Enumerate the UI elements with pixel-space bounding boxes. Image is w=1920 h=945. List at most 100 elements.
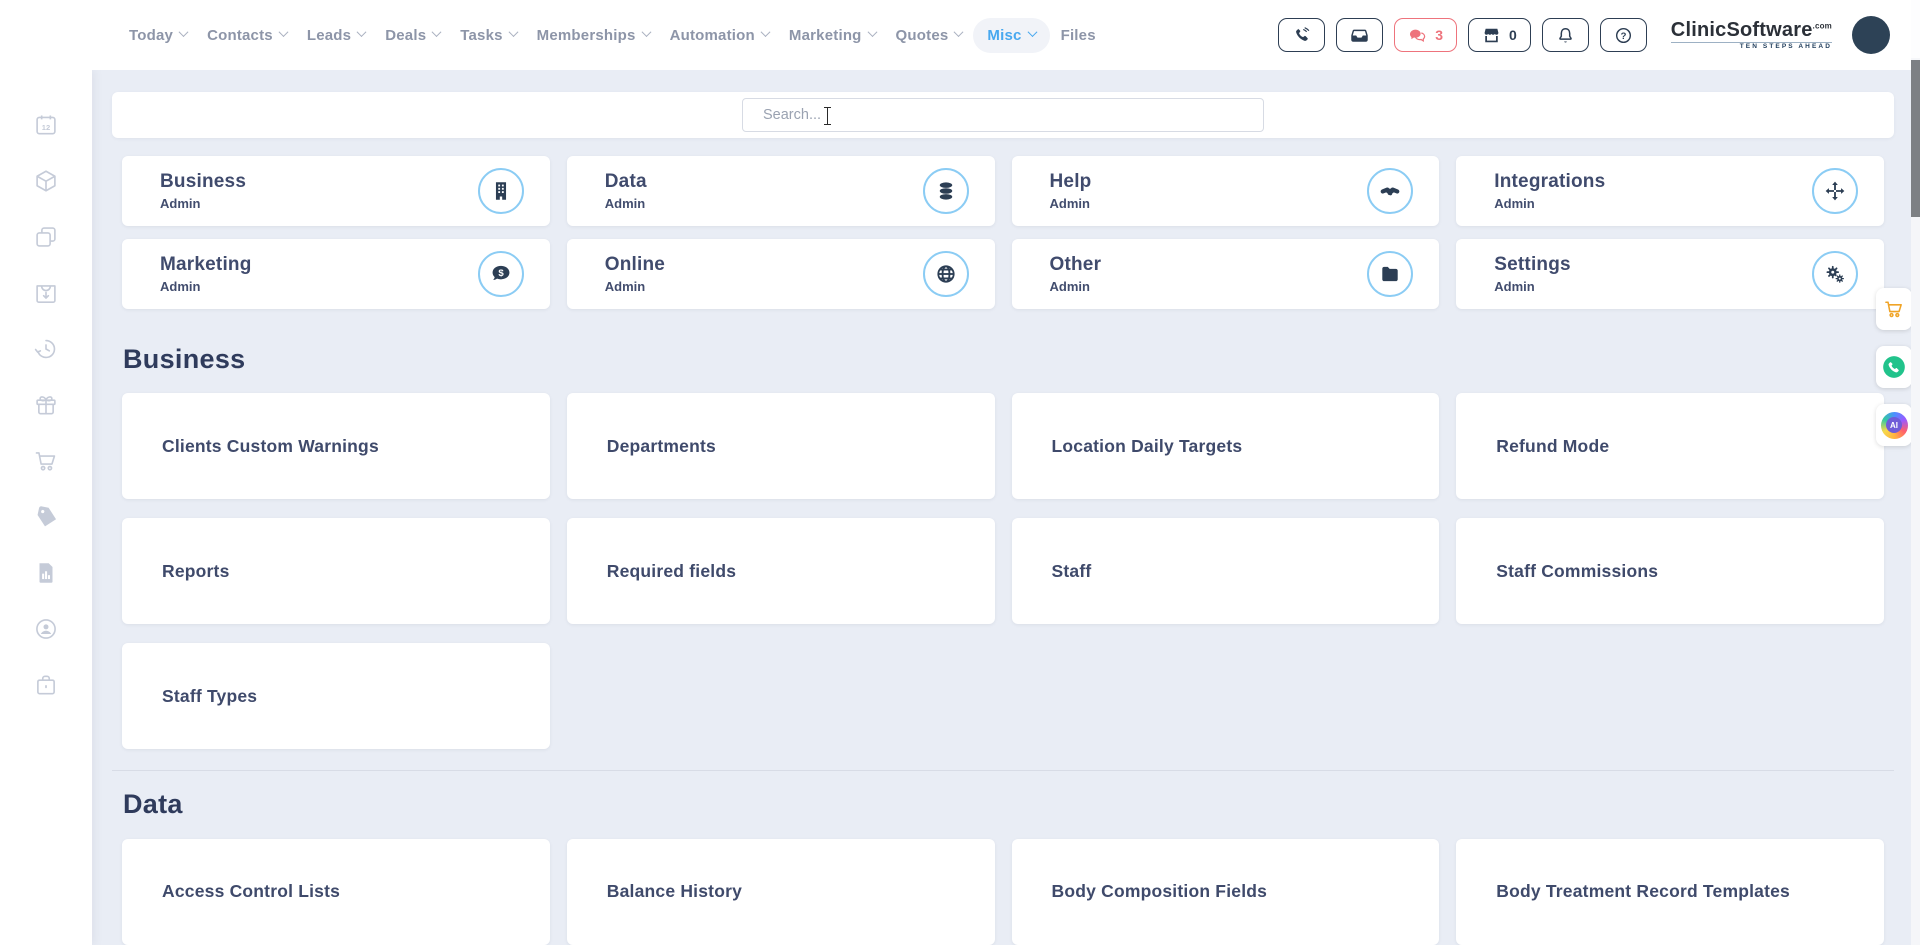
chevron-down-icon bbox=[760, 27, 770, 37]
category-card-settings[interactable]: SettingsAdmin bbox=[1456, 239, 1884, 309]
help-icon: ? bbox=[1614, 26, 1633, 45]
text-cursor bbox=[827, 108, 828, 124]
sidebar-item-calendar[interactable]: 12 bbox=[32, 112, 60, 138]
history-icon bbox=[33, 336, 59, 362]
sidebar-item-support[interactable] bbox=[32, 616, 60, 642]
nav-item-contacts[interactable]: Contacts bbox=[198, 18, 296, 53]
nav-item-label: Today bbox=[129, 27, 173, 44]
floating-buttons: AI bbox=[1876, 288, 1912, 446]
item-card-label: Access Control Lists bbox=[162, 881, 340, 902]
phone-button[interactable] bbox=[1278, 18, 1325, 52]
sidebar-item-lockbox[interactable] bbox=[32, 672, 60, 698]
brand-logo[interactable]: ClinicSoftware.com TEN STEPS AHEAD bbox=[1665, 20, 1832, 51]
cart-button[interactable] bbox=[1876, 288, 1912, 330]
chat-icon bbox=[1408, 26, 1427, 45]
help-button[interactable]: ? bbox=[1600, 18, 1647, 52]
item-card-reports[interactable]: Reports bbox=[122, 518, 550, 624]
nav-item-leads[interactable]: Leads bbox=[298, 18, 374, 53]
app-logo[interactable] bbox=[24, 8, 68, 62]
nav-item-tasks[interactable]: Tasks bbox=[451, 18, 525, 53]
item-card-body-treatment-record-templates[interactable]: Body Treatment Record Templates bbox=[1456, 839, 1884, 945]
category-text: Online Admin bbox=[605, 254, 665, 294]
whatsapp-button[interactable] bbox=[1876, 346, 1912, 388]
cart-icon bbox=[33, 448, 59, 474]
brand-tld: .com bbox=[1813, 21, 1832, 30]
category-icon-circle bbox=[478, 168, 524, 214]
category-title: Other bbox=[1050, 254, 1102, 276]
search-input[interactable] bbox=[761, 106, 1253, 124]
comment-dollar-icon: $ bbox=[490, 263, 512, 285]
scrollbar-thumb[interactable] bbox=[1911, 60, 1920, 217]
ai-assistant-button[interactable]: AI bbox=[1876, 404, 1912, 446]
svg-text:?: ? bbox=[1620, 30, 1626, 41]
category-title: Settings bbox=[1494, 254, 1571, 276]
inbox-icon bbox=[1350, 26, 1369, 45]
lockbox-icon bbox=[33, 672, 59, 698]
nav-item-automation[interactable]: Automation bbox=[661, 18, 778, 53]
item-card-staff[interactable]: Staff bbox=[1012, 518, 1440, 624]
item-card-balance-history[interactable]: Balance History bbox=[567, 839, 995, 945]
sidebar-item-history[interactable] bbox=[32, 336, 60, 362]
category-title: Online bbox=[605, 254, 665, 276]
brand-tagline: TEN STEPS AHEAD bbox=[1671, 42, 1832, 51]
item-card-body-composition-fields[interactable]: Body Composition Fields bbox=[1012, 839, 1440, 945]
category-subtitle: Admin bbox=[605, 279, 665, 294]
sidebar-item-tags[interactable] bbox=[32, 504, 60, 530]
header-buttons: 3 0? bbox=[1278, 18, 1647, 52]
category-card-marketing[interactable]: MarketingAdmin $ bbox=[122, 239, 550, 309]
category-title: Integrations bbox=[1494, 171, 1605, 193]
ai-icon: AI bbox=[1881, 412, 1908, 439]
category-title: Data bbox=[605, 171, 647, 193]
item-card-label: Staff Commissions bbox=[1496, 561, 1658, 582]
item-card-clients-custom-warnings[interactable]: Clients Custom Warnings bbox=[122, 393, 550, 499]
category-card-business[interactable]: BusinessAdmin bbox=[122, 156, 550, 226]
category-card-help[interactable]: HelpAdmin bbox=[1012, 156, 1440, 226]
item-grid-data: Access Control ListsBalance HistoryBody … bbox=[122, 839, 1884, 945]
nav-item-label: Contacts bbox=[207, 27, 273, 44]
inbox-button[interactable] bbox=[1336, 18, 1383, 52]
nav-item-deals[interactable]: Deals bbox=[376, 18, 449, 53]
item-card-staff-commissions[interactable]: Staff Commissions bbox=[1456, 518, 1884, 624]
item-card-required-fields[interactable]: Required fields bbox=[567, 518, 995, 624]
sidebar-item-check-in[interactable] bbox=[32, 280, 60, 306]
category-card-other[interactable]: OtherAdmin bbox=[1012, 239, 1440, 309]
nav-item-memberships[interactable]: Memberships bbox=[528, 18, 659, 53]
nav-item-label: Tasks bbox=[460, 27, 502, 44]
sidebar-item-duplicates[interactable] bbox=[32, 224, 60, 250]
item-card-departments[interactable]: Departments bbox=[567, 393, 995, 499]
nav-item-misc[interactable]: Misc bbox=[973, 18, 1049, 53]
item-card-access-control-lists[interactable]: Access Control Lists bbox=[122, 839, 550, 945]
category-subtitle: Admin bbox=[160, 279, 252, 294]
tag-icon bbox=[33, 504, 59, 530]
chevron-down-icon bbox=[357, 27, 367, 37]
svg-text:$: $ bbox=[498, 268, 504, 279]
sidebar-item-shop[interactable] bbox=[32, 448, 60, 474]
notifications-button[interactable] bbox=[1542, 18, 1589, 52]
search-box[interactable] bbox=[742, 98, 1264, 132]
category-card-integrations[interactable]: IntegrationsAdmin bbox=[1456, 156, 1884, 226]
brand-name: ClinicSoftware.com bbox=[1671, 19, 1832, 41]
item-card-staff-types[interactable]: Staff Types bbox=[122, 643, 550, 749]
category-card-online[interactable]: Online Admin bbox=[567, 239, 995, 309]
store-button[interactable]: 0 bbox=[1468, 18, 1531, 52]
item-card-label: Departments bbox=[607, 436, 716, 457]
category-text: MarketingAdmin bbox=[160, 254, 252, 294]
globe-icon bbox=[935, 263, 957, 285]
user-avatar[interactable] bbox=[1852, 16, 1890, 54]
sidebar-item-packages[interactable] bbox=[32, 168, 60, 194]
badge-count: 0 bbox=[1509, 27, 1517, 43]
item-card-location-daily-targets[interactable]: Location Daily Targets bbox=[1012, 393, 1440, 499]
sidebar-item-reports[interactable] bbox=[32, 560, 60, 586]
item-card-refund-mode[interactable]: Refund Mode bbox=[1456, 393, 1884, 499]
nav-item-files[interactable]: Files bbox=[1052, 18, 1105, 53]
chevron-down-icon bbox=[508, 27, 518, 37]
chat-button[interactable]: 3 bbox=[1394, 18, 1457, 52]
nav-item-quotes[interactable]: Quotes bbox=[887, 18, 972, 53]
nav-item-today[interactable]: Today bbox=[120, 18, 196, 53]
category-card-data[interactable]: DataAdmin bbox=[567, 156, 995, 226]
checkin-icon bbox=[33, 280, 59, 306]
sidebar-item-gift-vouchers[interactable] bbox=[32, 392, 60, 418]
item-card-label: Refund Mode bbox=[1496, 436, 1609, 457]
category-text: BusinessAdmin bbox=[160, 171, 246, 211]
nav-item-marketing[interactable]: Marketing bbox=[780, 18, 885, 53]
